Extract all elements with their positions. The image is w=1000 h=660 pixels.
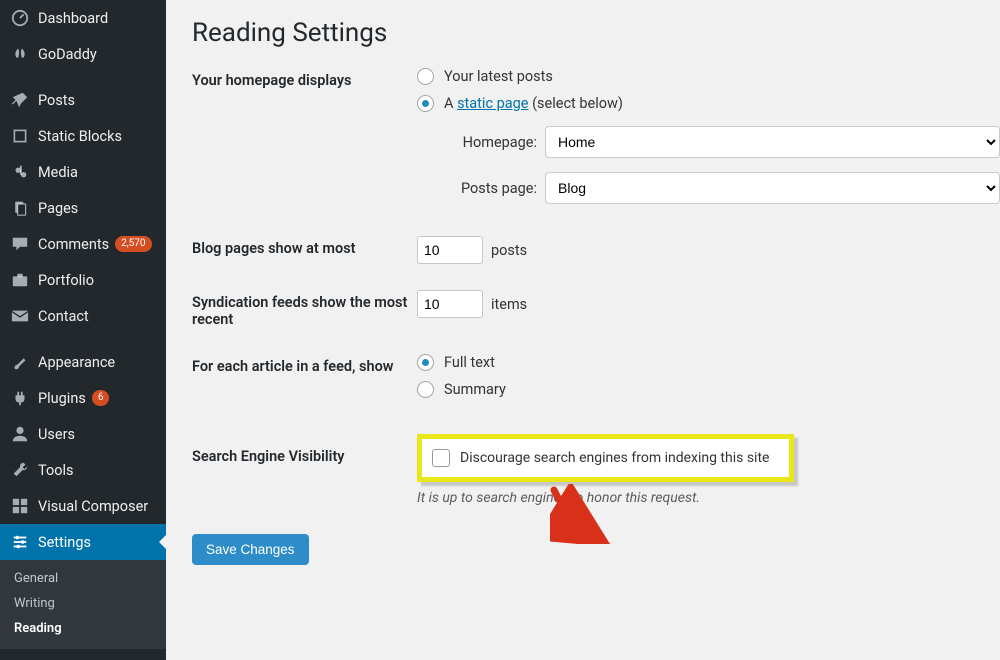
sidebar-item-label: Media (38, 164, 78, 181)
sidebar-item-media[interactable]: Media (0, 154, 166, 190)
radio-full-text-label: Full text (444, 354, 495, 371)
label-posts-page: Posts page: (435, 180, 537, 197)
submenu-reading[interactable]: Reading (0, 616, 166, 641)
sidebar-item-godaddy[interactable]: GoDaddy (0, 36, 166, 72)
static-page-link[interactable]: static page (457, 95, 528, 112)
radio-full-text[interactable] (417, 354, 434, 371)
sidebar-item-settings[interactable]: Settings (0, 524, 166, 560)
comments-count-badge: 2,570 (115, 236, 151, 252)
radio-latest-posts[interactable] (417, 68, 434, 85)
sidebar-item-label: Appearance (38, 354, 115, 371)
label-homepage: Homepage: (435, 134, 537, 151)
media-icon (10, 162, 30, 182)
godaddy-icon (10, 44, 30, 64)
input-syndication-count[interactable] (417, 290, 483, 318)
sidebar-item-label: Contact (38, 308, 89, 325)
brush-icon (10, 352, 30, 372)
users-icon (10, 424, 30, 444)
main-content: Reading Settings Your homepage displays … (166, 0, 1000, 660)
checkbox-discourage[interactable] (432, 449, 450, 467)
sidebar-item-label: Posts (38, 92, 75, 109)
admin-sidebar: Dashboard GoDaddy Posts Static Blocks Me… (0, 0, 166, 660)
radio-summary-label: Summary (444, 381, 506, 398)
label-homepage-displays: Your homepage displays (192, 68, 417, 89)
label-syndication: Syndication feeds show the most recent (192, 290, 417, 328)
save-changes-button[interactable]: Save Changes (192, 534, 309, 565)
label-feed-article: For each article in a feed, show (192, 354, 417, 375)
sidebar-item-static-blocks[interactable]: Static Blocks (0, 118, 166, 154)
settings-icon (10, 532, 30, 552)
sidebar-item-label: Static Blocks (38, 128, 122, 145)
sidebar-item-tools[interactable]: Tools (0, 452, 166, 488)
radio-static-page[interactable] (417, 95, 434, 112)
dashboard-icon (10, 8, 30, 28)
sidebar-item-label: Tools (38, 462, 74, 479)
portfolio-icon (10, 270, 30, 290)
sidebar-item-plugins[interactable]: Plugins 6 (0, 380, 166, 416)
mail-icon (10, 306, 30, 326)
tools-icon (10, 460, 30, 480)
plugins-count-badge: 6 (92, 390, 110, 406)
highlight-box: Discourage search engines from indexing … (417, 434, 794, 482)
comments-icon (10, 234, 30, 254)
sidebar-item-label: Users (38, 426, 75, 443)
block-icon (10, 126, 30, 146)
sidebar-item-label: Dashboard (38, 10, 108, 27)
checkbox-discourage-label: Discourage search engines from indexing … (460, 450, 769, 466)
radio-latest-posts-label: Your latest posts (444, 68, 553, 85)
sidebar-item-label: Settings (38, 534, 91, 551)
pin-icon (10, 90, 30, 110)
visual-composer-icon (10, 496, 30, 516)
sidebar-item-contact[interactable]: Contact (0, 298, 166, 334)
sidebar-item-visual-composer[interactable]: Visual Composer (0, 488, 166, 524)
label-sev: Search Engine Visibility (192, 434, 417, 465)
select-posts-page[interactable]: Blog (545, 172, 1000, 204)
sidebar-item-label: Plugins (38, 390, 86, 407)
sidebar-item-comments[interactable]: Comments 2,570 (0, 226, 166, 262)
sidebar-item-label: Pages (38, 200, 78, 217)
sidebar-item-label: GoDaddy (38, 46, 97, 63)
sidebar-item-portfolio[interactable]: Portfolio (0, 262, 166, 298)
radio-summary[interactable] (417, 381, 434, 398)
submenu-general[interactable]: General (0, 566, 166, 591)
unit-posts: posts (491, 242, 527, 259)
sidebar-item-label: Visual Composer (38, 498, 148, 515)
sidebar-item-users[interactable]: Users (0, 416, 166, 452)
sidebar-item-appearance[interactable]: Appearance (0, 344, 166, 380)
sidebar-item-dashboard[interactable]: Dashboard (0, 0, 166, 36)
select-homepage[interactable]: Home (545, 126, 1000, 158)
sidebar-item-posts[interactable]: Posts (0, 82, 166, 118)
sidebar-item-label: Portfolio (38, 272, 94, 289)
input-blog-pages-count[interactable] (417, 236, 483, 264)
submenu-writing[interactable]: Writing (0, 591, 166, 616)
radio-static-page-label: A static page (select below) (444, 95, 623, 112)
sidebar-item-label: Comments (38, 236, 109, 253)
plugin-icon (10, 388, 30, 408)
sev-hint: It is up to search engines to honor this… (417, 490, 974, 506)
pages-icon (10, 198, 30, 218)
sidebar-item-pages[interactable]: Pages (0, 190, 166, 226)
label-blog-pages: Blog pages show at most (192, 236, 417, 257)
settings-submenu: General Writing Reading (0, 560, 166, 649)
page-title: Reading Settings (192, 18, 974, 48)
unit-items: items (491, 296, 527, 313)
